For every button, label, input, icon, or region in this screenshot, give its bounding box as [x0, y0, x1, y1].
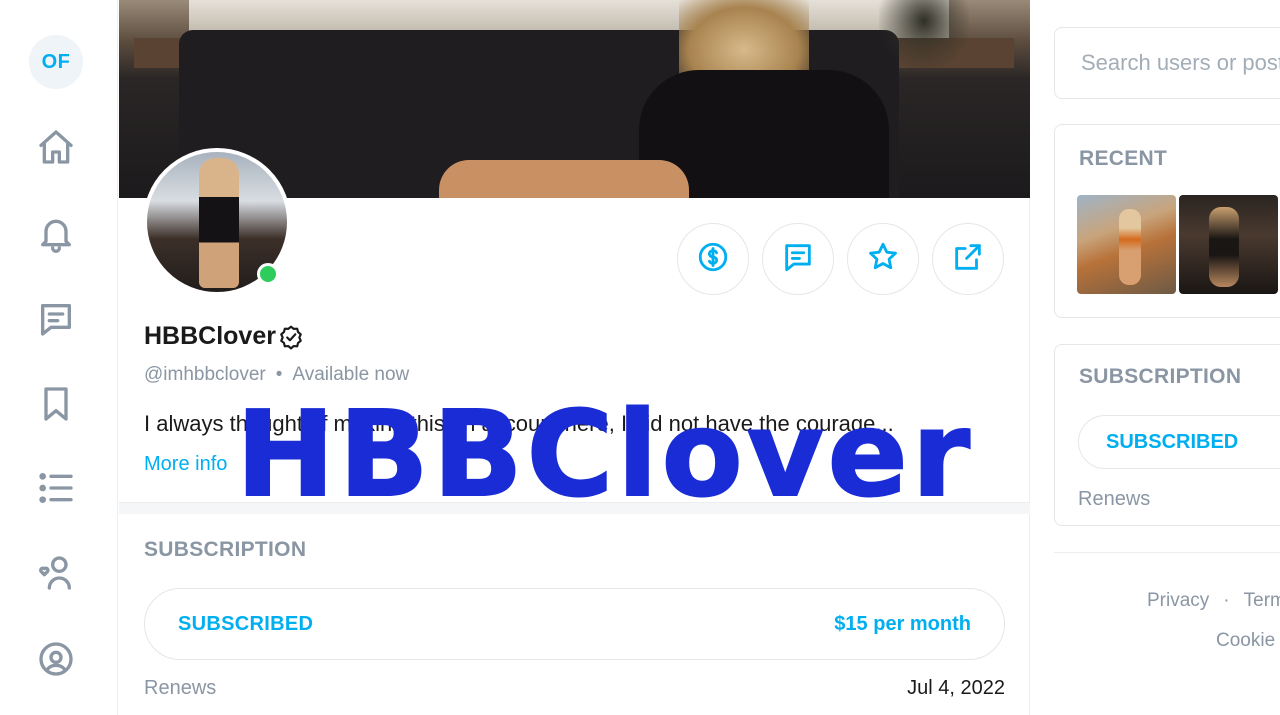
- privacy-link[interactable]: Privacy: [1147, 590, 1209, 611]
- share-button[interactable]: [932, 223, 1004, 295]
- footer-links: Privacy · Terms: [1147, 590, 1280, 612]
- profile-icon[interactable]: [34, 637, 78, 681]
- profile-bio: I always thought of making this an accou…: [144, 411, 894, 436]
- sidebar-renews-label: Renews: [1078, 488, 1151, 510]
- star-icon: [866, 240, 900, 279]
- sidebar-divider: [1054, 552, 1280, 553]
- recent-card: RECENT: [1054, 124, 1280, 318]
- handle-row: @imhbbclover • Available now: [144, 364, 409, 386]
- profile-name-text: HBBClover: [144, 322, 276, 350]
- recent-thumbnail[interactable]: [1077, 195, 1176, 294]
- search-input[interactable]: [1055, 28, 1280, 98]
- section-divider: [119, 502, 1030, 514]
- bookmark-icon[interactable]: [34, 382, 78, 426]
- verified-icon: [278, 324, 304, 350]
- availability-status: Available now: [292, 364, 410, 385]
- message-button[interactable]: [762, 223, 834, 295]
- profile-main: HBBClover @imhbbclover • Available now I…: [119, 0, 1030, 715]
- subscription-price: $15 per month: [834, 612, 971, 635]
- right-sidebar: RECENT SUBSCRIPTION SUBSCRIBED Renews Pr…: [1031, 0, 1280, 715]
- renews-label: Renews: [144, 677, 217, 699]
- search-box[interactable]: [1054, 27, 1280, 99]
- subscription-heading: SUBSCRIPTION: [144, 538, 307, 561]
- sidebar-subscription-title: SUBSCRIPTION: [1079, 365, 1242, 388]
- terms-link[interactable]: Terms: [1244, 590, 1280, 611]
- dollar-icon: [696, 240, 730, 279]
- subscribed-label: SUBSCRIBED: [178, 612, 314, 635]
- bell-icon[interactable]: [34, 211, 78, 255]
- lists-icon[interactable]: [34, 466, 78, 510]
- messages-icon[interactable]: [34, 297, 78, 341]
- cookie-link[interactable]: Cookie: [1216, 630, 1275, 652]
- home-icon[interactable]: [34, 125, 78, 169]
- profile-name: HBBClover: [144, 322, 304, 351]
- message-icon: [781, 240, 815, 279]
- sidebar-subscribed-button[interactable]: SUBSCRIBED: [1078, 415, 1280, 469]
- subscribed-button[interactable]: SUBSCRIBED $15 per month: [144, 588, 1005, 660]
- left-nav: OF: [0, 0, 118, 715]
- sidebar-subscribed-label: SUBSCRIBED: [1106, 430, 1239, 453]
- subscriptions-icon[interactable]: [34, 551, 78, 595]
- footer-separator: ·: [1223, 590, 1230, 611]
- renews-date: Jul 4, 2022: [907, 677, 1005, 699]
- onlyfans-logo[interactable]: OF: [29, 35, 83, 89]
- separator-dot: •: [275, 364, 283, 385]
- renews-row: Renews Jul 4, 2022: [144, 677, 1005, 700]
- sidebar-subscription-card: SUBSCRIPTION SUBSCRIBED Renews: [1054, 344, 1280, 526]
- share-icon: [951, 240, 985, 279]
- recent-title: RECENT: [1079, 147, 1168, 170]
- recent-thumbnail[interactable]: [1179, 195, 1278, 294]
- send-tip-button[interactable]: [677, 223, 749, 295]
- online-status-dot: [257, 263, 279, 285]
- favorite-button[interactable]: [847, 223, 919, 295]
- profile-handle[interactable]: @imhbbclover: [144, 364, 266, 386]
- more-info-link[interactable]: More info: [144, 453, 227, 476]
